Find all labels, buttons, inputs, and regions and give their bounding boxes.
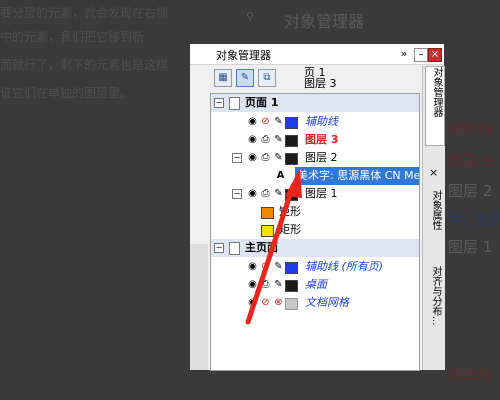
- tree-label-layer-1: 图层 1: [305, 187, 338, 200]
- background-label: 图层 3: [448, 152, 493, 170]
- background-label: 辅助线: [448, 120, 494, 138]
- article-line: 面就行了，剩下的元素也是这样: [0, 58, 169, 72]
- docker-tab-strip: 对象管理器 × 对象属性 对齐与分布...: [422, 66, 445, 370]
- tree-row-rectangle[interactable]: 矩形: [211, 221, 419, 239]
- eye-icon[interactable]: ◉: [247, 279, 258, 290]
- object-tree: − 页面 1 ◉ ⊘ ✎ 辅助线 ◉ ⎙ ✎ 图层 3 − ◉ ⎙ ✎ 图层 2: [210, 93, 420, 371]
- docker-title: 对象管理器: [216, 49, 271, 62]
- docker-titlebar[interactable]: 对象管理器 » – ×: [190, 44, 444, 65]
- layer-color-swatch[interactable]: [285, 135, 298, 147]
- tree-label-guides-all: 辅助线 (所有页): [305, 260, 384, 273]
- artistic-text-icon: A: [276, 170, 285, 181]
- pencil-icon[interactable]: ✎: [273, 116, 284, 127]
- tree-row-desktop[interactable]: ◉ ⎙ ✎ 桌面: [211, 276, 419, 294]
- article-line: 中的元素，我们把它移到新: [0, 30, 145, 44]
- layer-color-swatch[interactable]: [285, 153, 298, 165]
- printer-icon[interactable]: ⎙: [260, 279, 271, 290]
- pencil-icon[interactable]: ✎: [273, 279, 284, 290]
- eye-icon[interactable]: ◉: [247, 116, 258, 127]
- expand-chevron-icon[interactable]: »: [398, 48, 410, 60]
- minimize-button[interactable]: –: [414, 48, 428, 62]
- layer-color-swatch[interactable]: [285, 189, 298, 201]
- collapse-icon[interactable]: −: [214, 243, 224, 253]
- eye-icon[interactable]: ◉: [247, 261, 258, 272]
- edit-across-layers-icon[interactable]: ✎: [236, 69, 254, 87]
- show-properties-icon[interactable]: ▦: [214, 69, 232, 87]
- tree-label-document-grid: 文档网格: [305, 296, 349, 309]
- master-page-label: 主页面: [245, 241, 278, 254]
- tree-master-page[interactable]: − 主页面: [211, 239, 419, 257]
- eye-icon[interactable]: ◉: [247, 188, 258, 199]
- article-line: 证它们在单独的图层里。: [0, 86, 133, 100]
- eye-icon[interactable]: ◉: [247, 134, 258, 145]
- no-print-icon[interactable]: ⊘: [260, 297, 271, 308]
- page-icon: [229, 97, 240, 110]
- object-manager-docker: 对象管理器 » – × ▦ ✎ ⧉ 页 1 图层 3 ▶ − 页面 1 ◉ ⊘ …: [190, 44, 445, 371]
- article-line: 要分层的元素，就会发现在右侧: [0, 6, 169, 20]
- eye-icon[interactable]: ◉: [247, 152, 258, 163]
- layer-color-swatch[interactable]: [285, 117, 298, 129]
- background-title: 对象管理器: [284, 12, 365, 31]
- tree-page-1[interactable]: − 页面 1: [211, 94, 419, 112]
- layer-manager-view-icon[interactable]: ⧉: [258, 69, 276, 87]
- close-button[interactable]: ×: [428, 48, 442, 62]
- tab-align-distribute[interactable]: 对齐与分布...: [425, 266, 443, 332]
- tree-label-desktop: 桌面: [305, 278, 327, 291]
- pencil-icon[interactable]: ✎: [273, 134, 284, 145]
- pencil-icon[interactable]: ✎: [273, 152, 284, 163]
- tree-row-layer-1[interactable]: − ◉ ⎙ ✎ 图层 1: [211, 185, 419, 203]
- background-object-manager-icon: ⚲: [246, 10, 255, 23]
- tree-row-layer-3[interactable]: ◉ ⎙ ✎ 图层 3: [211, 131, 419, 149]
- layer-color-swatch[interactable]: [285, 298, 298, 310]
- tab-object-properties[interactable]: 对象属性: [425, 190, 443, 250]
- tree-row-guides-all[interactable]: ◉ ⊘ ✎ 辅助线 (所有页): [211, 258, 419, 276]
- tree-label-rectangle: 矩形: [279, 205, 301, 218]
- tree-row-layer-2[interactable]: − ◉ ⎙ ✎ 图层 2: [211, 149, 419, 167]
- eye-icon[interactable]: ◉: [247, 297, 258, 308]
- tab-object-manager[interactable]: 对象管理器: [425, 66, 445, 146]
- current-page-label: 页 1 图层 3: [304, 67, 337, 89]
- tab-close-icon[interactable]: ×: [429, 166, 438, 179]
- layer-color-swatch[interactable]: [285, 280, 298, 292]
- tree-row-rectangle[interactable]: 矩形: [211, 203, 419, 221]
- pencil-icon[interactable]: ✎: [273, 188, 284, 199]
- no-print-icon[interactable]: ⊘: [260, 261, 271, 272]
- tree-row-guides[interactable]: ◉ ⊘ ✎ 辅助线: [211, 113, 419, 131]
- current-layer: 图层 3: [304, 77, 337, 90]
- collapse-icon[interactable]: −: [214, 98, 224, 108]
- background-label: 字: 思源: [448, 210, 500, 228]
- layer-color-swatch[interactable]: [285, 262, 298, 274]
- collapse-icon[interactable]: −: [232, 153, 242, 163]
- collapse-icon[interactable]: −: [232, 189, 242, 199]
- tree-label-artistic-text: 美术字: 思源黑体 CN Medi: [297, 169, 420, 182]
- tree-label-layer-2: 图层 2: [305, 151, 338, 164]
- tree-label-layer-3: 图层 3: [305, 133, 339, 146]
- printer-icon[interactable]: ⎙: [260, 152, 271, 163]
- printer-icon[interactable]: ⎙: [260, 188, 271, 199]
- page-1-label: 页面 1: [245, 96, 279, 109]
- locked-icon[interactable]: ⊗: [273, 297, 284, 308]
- no-print-icon[interactable]: ⊘: [260, 116, 271, 127]
- docker-toolbar: ▦ ✎ ⧉ 页 1 图层 3 ▶: [210, 66, 440, 92]
- tree-row-artistic-text[interactable]: A 美术字: 思源黑体 CN Medi: [211, 167, 419, 185]
- pencil-icon[interactable]: ✎: [273, 261, 284, 272]
- left-gutter: [190, 244, 208, 370]
- rectangle-fill-swatch: [261, 207, 274, 219]
- background-label: 图层 1: [448, 238, 493, 256]
- background-label: 图层 2: [448, 182, 493, 200]
- tree-row-document-grid[interactable]: ◉ ⊘ ⊗ 文档网格: [211, 294, 419, 312]
- tree-label-rectangle: 矩形: [279, 223, 301, 236]
- rectangle-fill-swatch: [261, 225, 274, 237]
- printer-icon[interactable]: ⎙: [260, 134, 271, 145]
- page-icon: [229, 242, 240, 255]
- background-label: 辅助线: [448, 366, 494, 384]
- tree-label-guides: 辅助线: [305, 115, 338, 128]
